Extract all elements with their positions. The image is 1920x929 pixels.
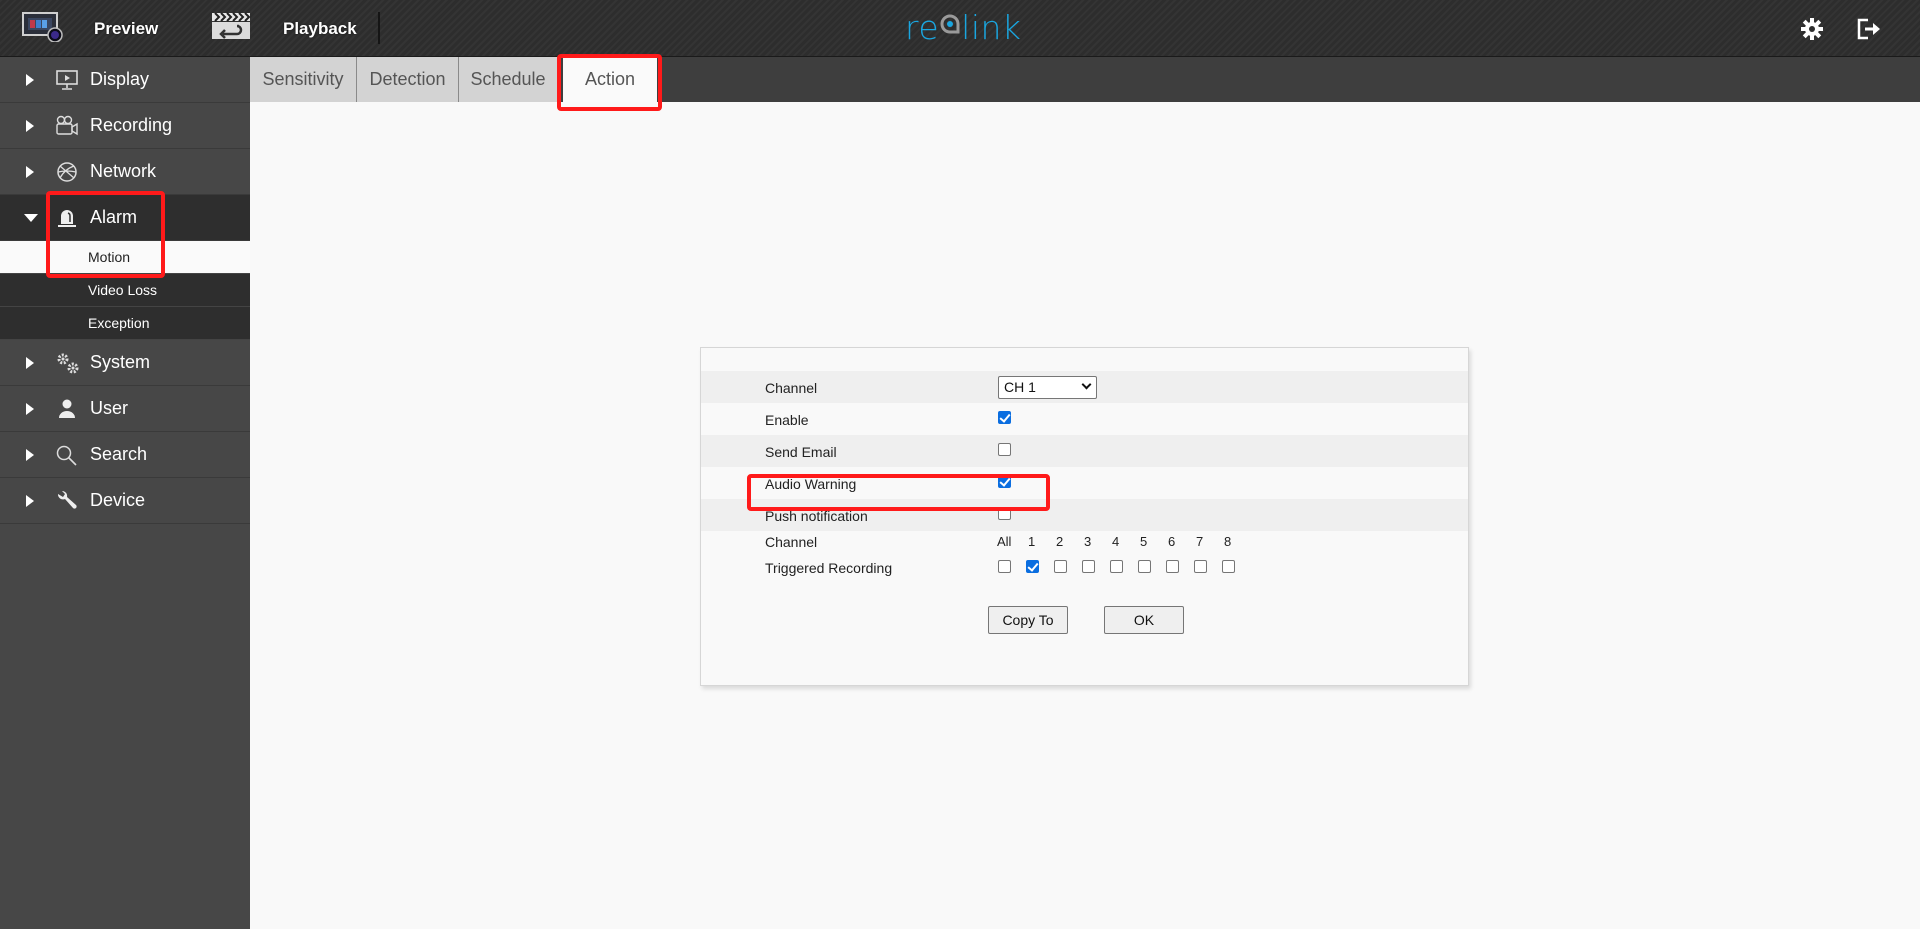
triggered-recording-checkbox-3[interactable]: [1082, 560, 1095, 573]
sidebar-item-recording[interactable]: Recording: [0, 103, 250, 149]
caret-right-icon: [26, 166, 34, 178]
channel-label-8: 8: [1224, 534, 1232, 549]
channel-select[interactable]: CH 1: [998, 376, 1097, 399]
caret-down-icon: [24, 214, 38, 222]
triggered-recording-checkbox-all[interactable]: [998, 560, 1011, 573]
action-settings-panel: Channel CH 1 Enable Send Email Audio War…: [700, 347, 1469, 686]
sidebar-item-user[interactable]: User: [0, 386, 250, 432]
user-icon: [55, 398, 79, 420]
caret-right-icon: [26, 357, 34, 369]
reolink-logo: re link: [905, 11, 1022, 45]
audio-warning-checkbox[interactable]: [998, 475, 1011, 488]
triggered-recording-checkbox-5[interactable]: [1138, 560, 1151, 573]
sidebar-label: User: [90, 398, 129, 418]
sidebar-label: Recording: [90, 115, 173, 135]
sidebar-label: Display: [90, 69, 150, 89]
push-notification-row: Push notification: [701, 499, 1468, 531]
playback-nav-button[interactable]: Playback: [211, 0, 357, 57]
channel-label-1: 1: [1028, 534, 1036, 549]
tab-schedule[interactable]: Schedule: [459, 57, 558, 102]
gears-icon: [55, 352, 79, 374]
channel-label: Channel: [765, 380, 818, 396]
tab-bar: Sensitivity Detection Schedule Action: [250, 57, 1920, 102]
copy-to-button[interactable]: Copy To: [988, 606, 1068, 634]
header-divider: [378, 12, 380, 44]
triggered-recording-checkbox-8[interactable]: [1222, 560, 1235, 573]
logout-icon[interactable]: [1856, 17, 1880, 41]
search-icon: [55, 444, 79, 466]
top-header: Preview Playback re link: [0, 0, 1920, 57]
network-globe-icon: [55, 161, 79, 183]
triggered-recording-checkbox-1[interactable]: [1026, 560, 1039, 573]
video-camera-icon: [55, 115, 79, 137]
alarm-siren-icon: [55, 207, 79, 229]
channel-row: Channel CH 1: [701, 371, 1468, 403]
sidebar-label: Network: [90, 161, 157, 181]
caret-right-icon: [26, 120, 34, 132]
send-email-checkbox[interactable]: [998, 443, 1011, 456]
channel-label-4: 4: [1112, 534, 1120, 549]
push-notification-checkbox[interactable]: [998, 507, 1011, 520]
sidebar-item-alarm[interactable]: Alarm: [0, 195, 250, 241]
sidebar-item-network[interactable]: Network: [0, 149, 250, 195]
sidebar-label: System: [90, 352, 151, 372]
enable-row: Enable: [701, 403, 1468, 435]
playback-clapper-icon: [211, 11, 253, 46]
wrench-icon: [55, 490, 79, 512]
triggered-recording-label: Triggered Recording: [765, 560, 893, 576]
tab-sensitivity[interactable]: Sensitivity: [250, 57, 357, 102]
triggered-recording-row: Triggered Recording: [701, 560, 1468, 580]
preview-nav-button[interactable]: Preview: [22, 0, 158, 57]
sidebar-item-device[interactable]: Device: [0, 478, 250, 524]
triggered-recording-checkbox-6[interactable]: [1166, 560, 1179, 573]
channel-label-5: 5: [1140, 534, 1148, 549]
logo-text-2: link: [961, 8, 1022, 47]
push-notification-label: Push notification: [765, 508, 868, 524]
sidebar-label: Search: [90, 444, 148, 464]
preview-monitor-icon: [22, 10, 64, 47]
monitor-icon: [55, 69, 79, 91]
enable-checkbox[interactable]: [998, 411, 1011, 424]
audio-warning-label: Audio Warning: [765, 476, 857, 492]
preview-label: Preview: [94, 18, 159, 38]
sidebar-item-system[interactable]: System: [0, 340, 250, 386]
tab-action[interactable]: Action: [563, 57, 657, 102]
caret-right-icon: [26, 403, 34, 415]
gear-icon[interactable]: [1800, 17, 1824, 41]
caret-right-icon: [26, 74, 34, 86]
caret-right-icon: [26, 495, 34, 507]
sidebar-label: Device: [90, 490, 146, 510]
ok-button[interactable]: OK: [1104, 606, 1184, 634]
triggered-recording-checkbox-2[interactable]: [1054, 560, 1067, 573]
channel-label-2: 2: [1056, 534, 1064, 549]
caret-right-icon: [26, 449, 34, 461]
chevron-down-icon: [1081, 379, 1092, 390]
tab-detection[interactable]: Detection: [357, 57, 459, 102]
sidebar-subitem-motion[interactable]: Motion: [0, 241, 250, 274]
send-email-row: Send Email: [701, 435, 1468, 467]
enable-label: Enable: [765, 412, 809, 428]
triggered-recording-checkbox-4[interactable]: [1110, 560, 1123, 573]
triggered-recording-checkbox-7[interactable]: [1194, 560, 1207, 573]
audio-warning-row: Audio Warning: [701, 467, 1468, 499]
send-email-label: Send Email: [765, 444, 837, 460]
channel-label-3: 3: [1084, 534, 1092, 549]
sidebar-item-search[interactable]: Search: [0, 432, 250, 478]
sidebar-subitem-video-loss[interactable]: Video Loss: [0, 274, 250, 307]
channel-select-value: CH 1: [1004, 379, 1036, 395]
sidebar-item-display[interactable]: Display: [0, 57, 250, 103]
sidebar-label: Alarm: [90, 207, 138, 227]
playback-label: Playback: [283, 18, 357, 38]
channel-label-6: 6: [1168, 534, 1176, 549]
logo-text-1: re: [905, 8, 940, 47]
channel-header-row: Channel All 1 2 3 4 5 6 7 8: [701, 534, 1468, 554]
logo-pin-icon: [939, 11, 961, 45]
channel-header-label: Channel: [765, 534, 818, 550]
sidebar-subitem-exception[interactable]: Exception: [0, 307, 250, 340]
channel-label-all: All: [997, 534, 1012, 549]
sidebar: Display Recording Network Alarm Motion V…: [0, 57, 250, 929]
channel-label-7: 7: [1196, 534, 1204, 549]
